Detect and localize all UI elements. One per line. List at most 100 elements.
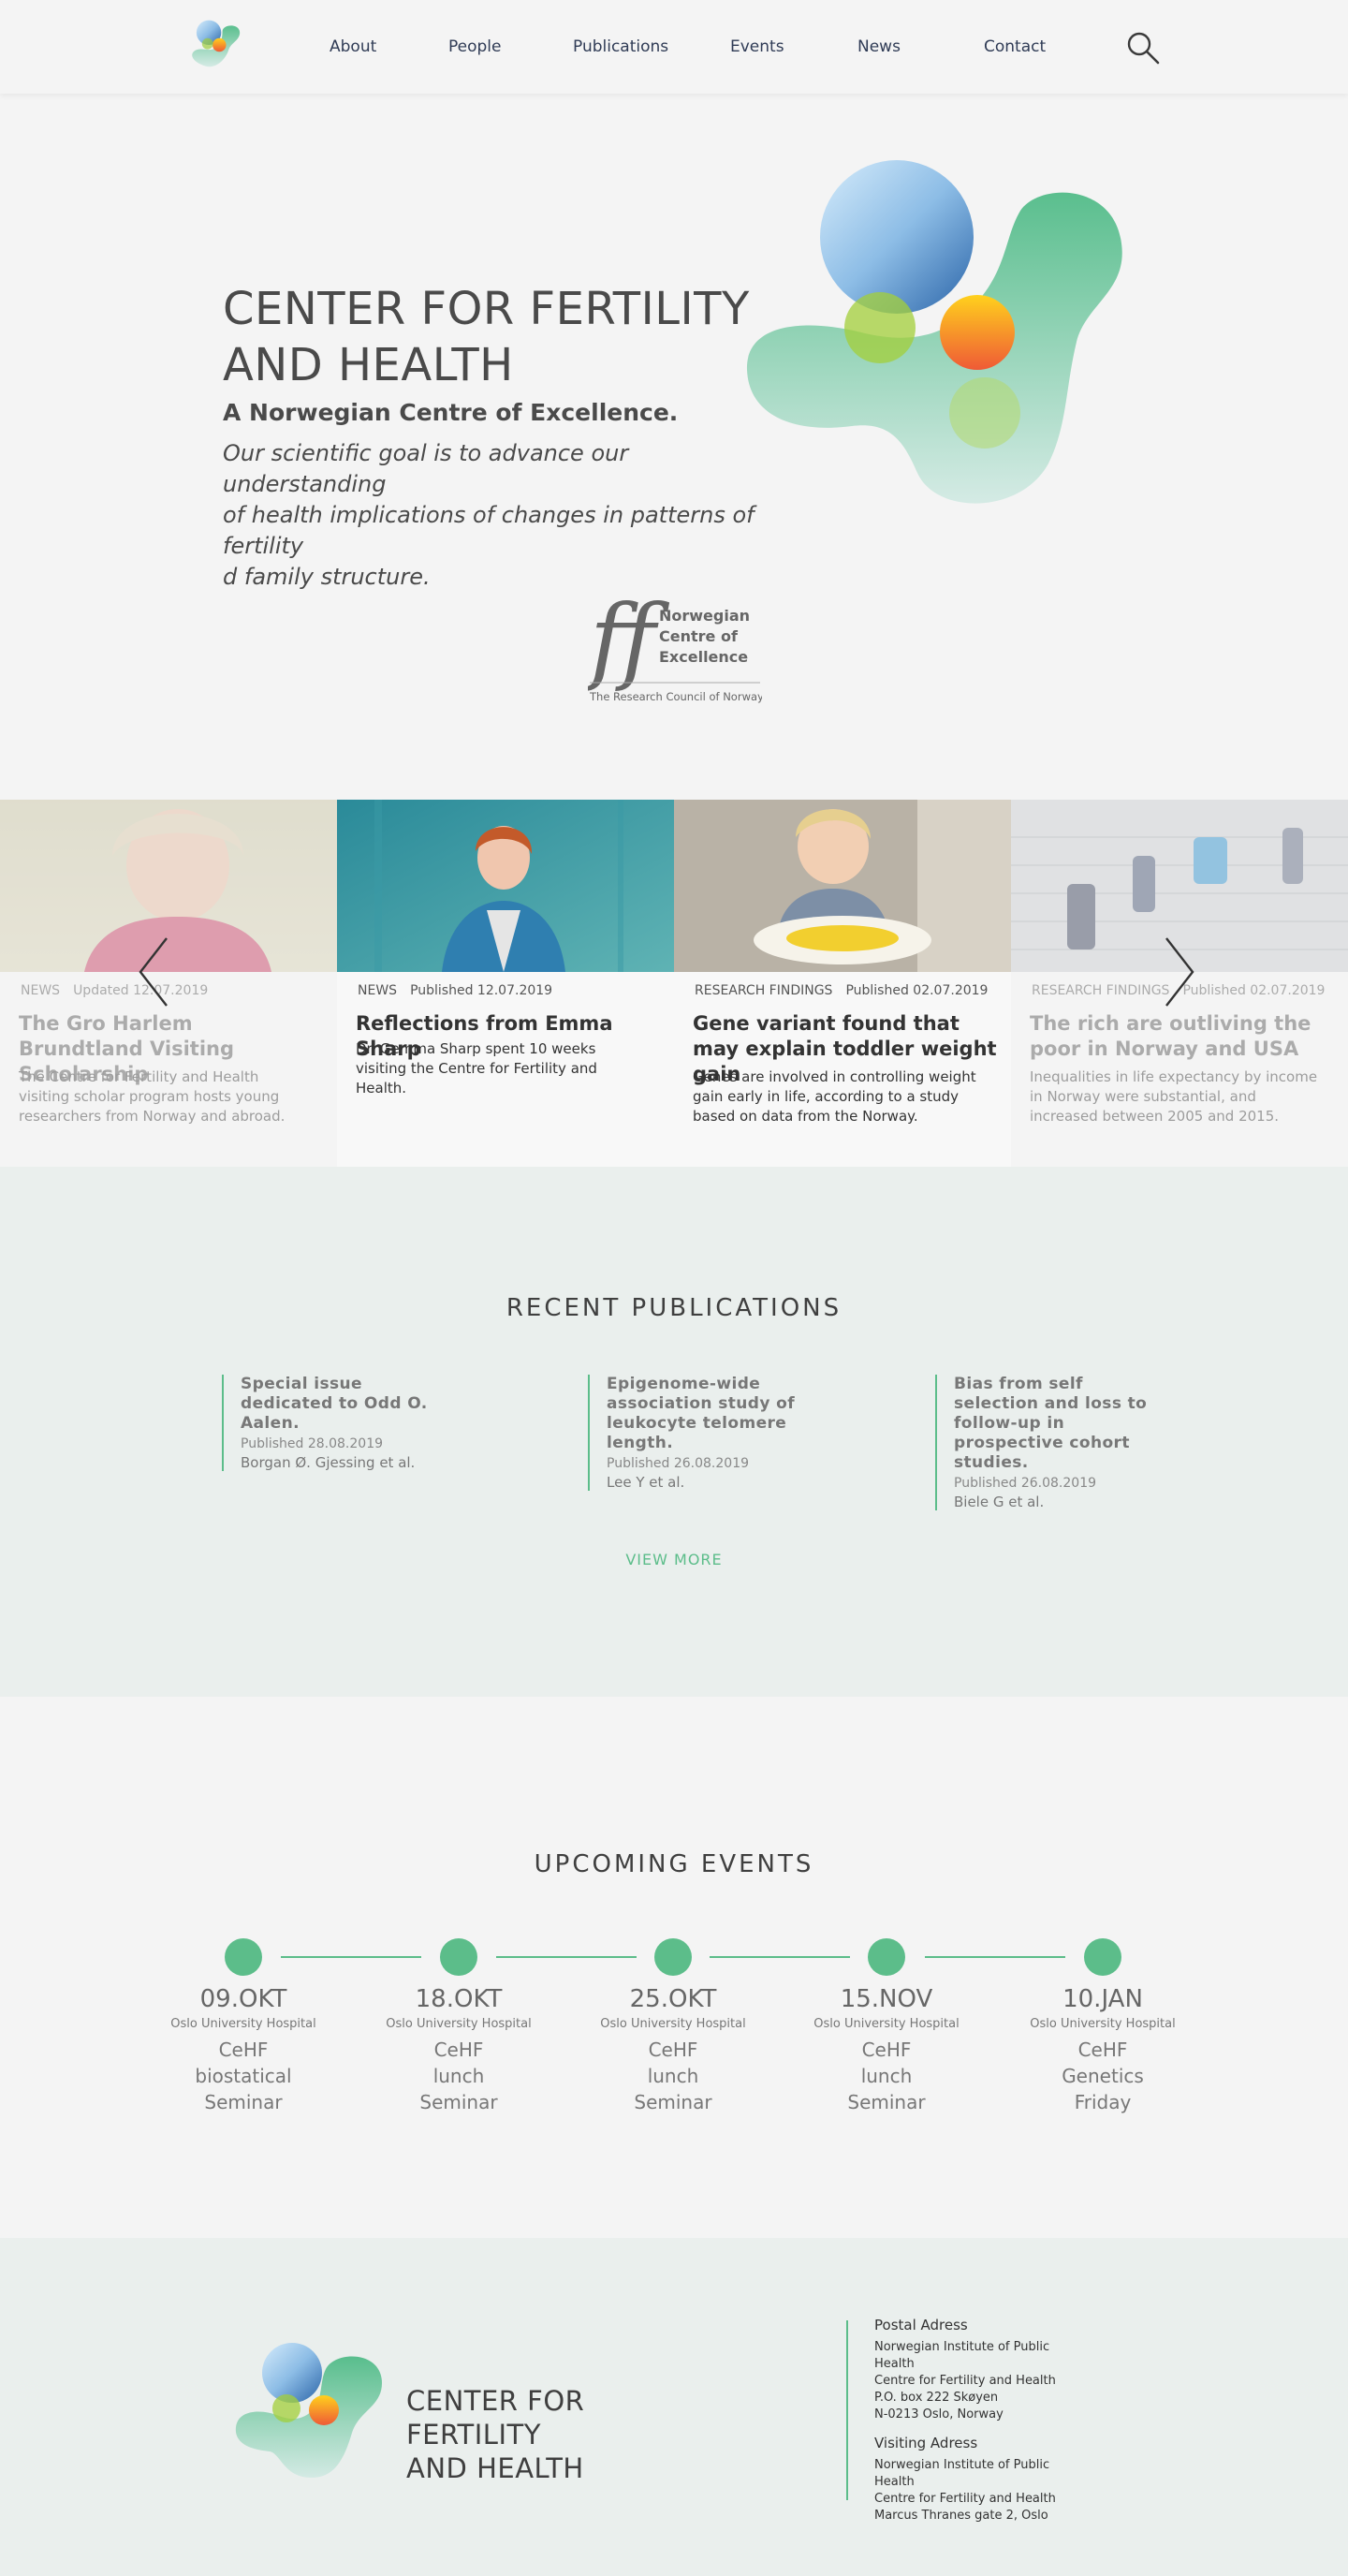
publications-heading: RECENT PUBLICATIONS — [506, 1294, 842, 1322]
news-excerpt: Inequalities in life expectancy by incom… — [1030, 1068, 1318, 1125]
nav-people[interactable]: People — [448, 37, 501, 56]
news-photo-toddler — [674, 800, 1011, 972]
postal-address-line: N-0213 Oslo, Norway — [874, 2407, 1004, 2421]
cehf-logo[interactable] — [232, 2341, 388, 2481]
news-category: RESEARCH FINDINGS — [695, 983, 833, 998]
postal-address-line: Norwegian Institute of Public Health — [874, 2340, 1050, 2371]
event-date: 09.OKT — [199, 1985, 287, 2013]
footer-title: CENTER FOR FERTILITY AND HEALTH — [406, 2384, 725, 2485]
news-excerpt: The Centre for Fertility and Health visi… — [19, 1068, 286, 1125]
event-place: Oslo University Hospital — [1030, 2017, 1176, 2031]
nav-events[interactable]: Events — [730, 37, 784, 56]
footer: CENTER FOR FERTILITY AND HEALTH Postal A… — [0, 2238, 1348, 2576]
events-heading: UPCOMING EVENTS — [534, 1850, 814, 1878]
event-item[interactable]: 18.OKT Oslo University Hospital CeHF lun… — [360, 1985, 557, 2115]
publication-date: Published 28.08.2019 — [241, 1436, 384, 1451]
view-more-link[interactable]: VIEW MORE — [0, 1551, 1348, 1568]
hero-title-line1: CENTER FOR FERTILITY — [223, 283, 750, 335]
news-category: NEWS — [21, 983, 61, 998]
badge-line2: Centre of — [659, 627, 739, 645]
carousel-next-arrow-icon[interactable] — [1163, 936, 1196, 1008]
hero-molecule-graphic — [746, 160, 1122, 504]
nav-contact[interactable]: Contact — [984, 37, 1046, 56]
news-date: Published 12.07.2019 — [410, 983, 553, 998]
nav-about[interactable]: About — [330, 37, 376, 56]
publication-authors: Lee Y et al. — [607, 1474, 685, 1491]
publication-title[interactable]: Bias from self selection and loss to fol… — [954, 1375, 1160, 1473]
top-navigation: About People Publications Events News Co… — [0, 0, 1348, 94]
news-card[interactable]: RESEARCH FINDINGS Published 02.07.2019 Ge… — [674, 800, 1011, 1167]
nav-news[interactable]: News — [857, 37, 901, 56]
publication-title[interactable]: Special issue dedicated to Odd O. Aalen. — [241, 1375, 456, 1434]
news-carousel: NEWS Updated 12.07.2019 The Gro Harlem Br… — [0, 800, 1348, 1167]
timeline-line — [281, 1956, 421, 1958]
timeline-line — [710, 1956, 850, 1958]
footer-address: Postal Adress Norwegian Institute of Pub… — [846, 2317, 1090, 2523]
norwegian-centre-of-excellence-logo: ff Norwegian Centre of Excellence The Re… — [588, 584, 762, 703]
event-date: 10.JAN — [1062, 1985, 1143, 2013]
badge-line3: Excellence — [659, 648, 748, 666]
news-date: Published 02.07.2019 — [845, 983, 989, 998]
cehf-logo[interactable] — [185, 19, 247, 75]
postal-address-heading: Postal Adress — [874, 2317, 968, 2333]
news-meta: NEWS Updated 12.07.2019 — [21, 983, 208, 998]
news-excerpt: Dr. Gemma Sharp spent 10 weeks visiting … — [356, 1040, 597, 1097]
event-timeline-dot[interactable] — [1084, 1938, 1121, 1976]
carousel-prev-arrow-icon[interactable] — [137, 936, 170, 1008]
event-name[interactable]: CeHF lunch Seminar — [575, 2037, 771, 2115]
timeline-line — [496, 1956, 637, 1958]
hero-subtitle: A Norwegian Centre of Excellence. — [223, 399, 679, 426]
publication-authors: Borgan Ø. Gjessing et al. — [241, 1454, 416, 1471]
publication-item[interactable]: Epigenome-wide association study of leuk… — [588, 1375, 813, 1491]
search-icon[interactable] — [1125, 30, 1161, 66]
event-date: 18.OKT — [415, 1985, 503, 2013]
hero-goal-line1: Our scientific goal is to advance our un… — [223, 440, 629, 497]
publication-date: Published 26.08.2019 — [954, 1476, 1097, 1491]
publication-item[interactable]: Bias from self selection and loss to fol… — [935, 1375, 1160, 1510]
news-meta: NEWS Published 12.07.2019 — [358, 983, 552, 998]
news-meta: RESEARCH FINDINGS Published 02.07.2019 — [695, 983, 988, 998]
event-item[interactable]: 10.JAN Oslo University Hospital CeHF Gen… — [1004, 1985, 1201, 2115]
event-name[interactable]: CeHF lunch Seminar — [360, 2037, 557, 2115]
timeline-line — [925, 1956, 1065, 1958]
event-name[interactable]: CeHF Genetics Friday — [1004, 2037, 1201, 2115]
news-title[interactable]: The rich are outliving the poor in Norwa… — [1030, 1011, 1334, 1062]
publication-title[interactable]: Epigenome-wide association study of leuk… — [607, 1375, 813, 1453]
visiting-address-line: Norwegian Institute of Public Health — [874, 2458, 1050, 2489]
event-name[interactable]: CeHF lunch Seminar — [788, 2037, 985, 2115]
event-place: Oslo University Hospital — [386, 2017, 532, 2031]
event-name[interactable]: CeHF biostatical Seminar — [145, 2037, 342, 2115]
footer-title-line2: AND HEALTH — [406, 2452, 584, 2484]
news-category: RESEARCH FINDINGS — [1032, 983, 1170, 998]
event-timeline-dot[interactable] — [654, 1938, 692, 1976]
visiting-address-heading: Visiting Adress — [874, 2435, 978, 2451]
news-category: NEWS — [358, 983, 398, 998]
event-item[interactable]: 25.OKT Oslo University Hospital CeHF lun… — [575, 1985, 771, 2115]
postal-address-line: Centre for Fertility and Health — [874, 2374, 1056, 2388]
svg-text:ff: ff — [588, 584, 670, 694]
event-place: Oslo University Hospital — [813, 2017, 960, 2031]
nav-publications[interactable]: Publications — [573, 37, 668, 56]
event-timeline-dot[interactable] — [868, 1938, 905, 1976]
footer-title-line1: CENTER FOR FERTILITY — [406, 2385, 585, 2451]
event-item[interactable]: 15.NOV Oslo University Hospital CeHF lun… — [788, 1985, 985, 2115]
hero-title: CENTER FOR FERTILITY AND HEALTH — [223, 281, 784, 393]
news-card[interactable]: NEWS Published 12.07.2019 Reflections fro… — [337, 800, 674, 1167]
event-timeline-dot[interactable] — [440, 1938, 477, 1976]
postal-address-line: P.O. box 222 Skøyen — [874, 2391, 999, 2405]
event-place: Oslo University Hospital — [600, 2017, 746, 2031]
recent-publications-section: RECENT PUBLICATIONS Special issue dedica… — [0, 1167, 1348, 1697]
visiting-address-line: Marcus Thranes gate 2, Oslo — [874, 2509, 1048, 2523]
news-date: Published 02.07.2019 — [1182, 983, 1326, 998]
visiting-address-line: Centre for Fertility and Health — [874, 2492, 1056, 2506]
event-place: Oslo University Hospital — [170, 2017, 316, 2031]
event-timeline-dot[interactable] — [225, 1938, 262, 1976]
event-date: 25.OKT — [629, 1985, 717, 2013]
event-item[interactable]: 09.OKT Oslo University Hospital CeHF bio… — [145, 1985, 342, 2115]
event-date: 15.NOV — [840, 1985, 933, 2013]
news-excerpt: Genes are involved in controlling weight… — [693, 1068, 976, 1125]
publication-item[interactable]: Special issue dedicated to Odd O. Aalen.… — [222, 1375, 456, 1471]
hero-goal-line3: d family structure. — [223, 564, 431, 590]
badge-caption: The Research Council of Norway — [589, 690, 762, 703]
hero-title-line2: AND HEALTH — [223, 339, 514, 391]
